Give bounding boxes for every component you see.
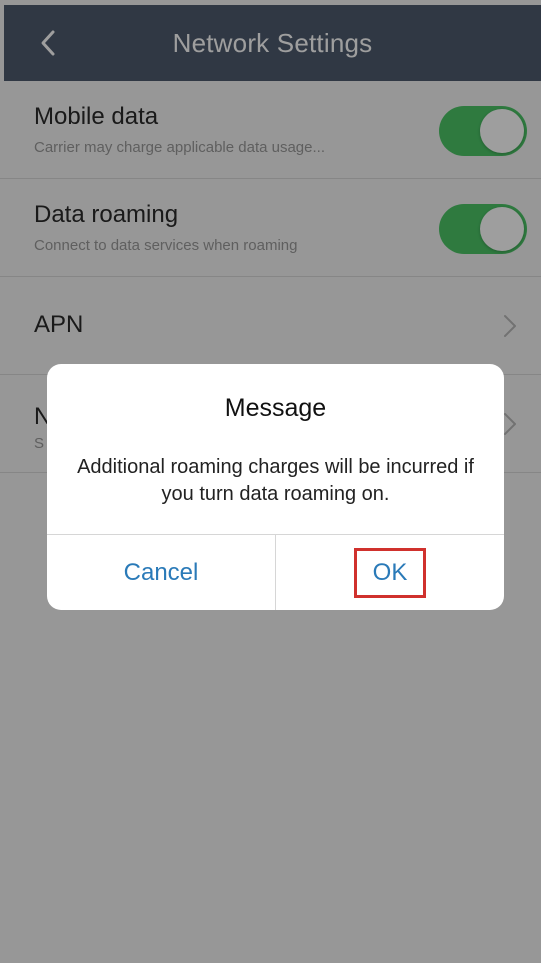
dialog-message: Additional roaming charges will be incur… <box>77 456 474 505</box>
ok-button-label: OK <box>353 548 427 598</box>
cancel-button-label: Cancel <box>123 559 199 586</box>
roaming-alert-dialog: Message Additional roaming charges will … <box>47 364 504 610</box>
screen: Network Settings Mobile data Carrier may… <box>0 0 541 963</box>
ok-button[interactable]: OK <box>275 535 504 610</box>
dialog-title: Message <box>224 394 327 422</box>
cancel-button[interactable]: Cancel <box>47 535 275 610</box>
dialog-actions: Cancel OK <box>47 534 504 610</box>
